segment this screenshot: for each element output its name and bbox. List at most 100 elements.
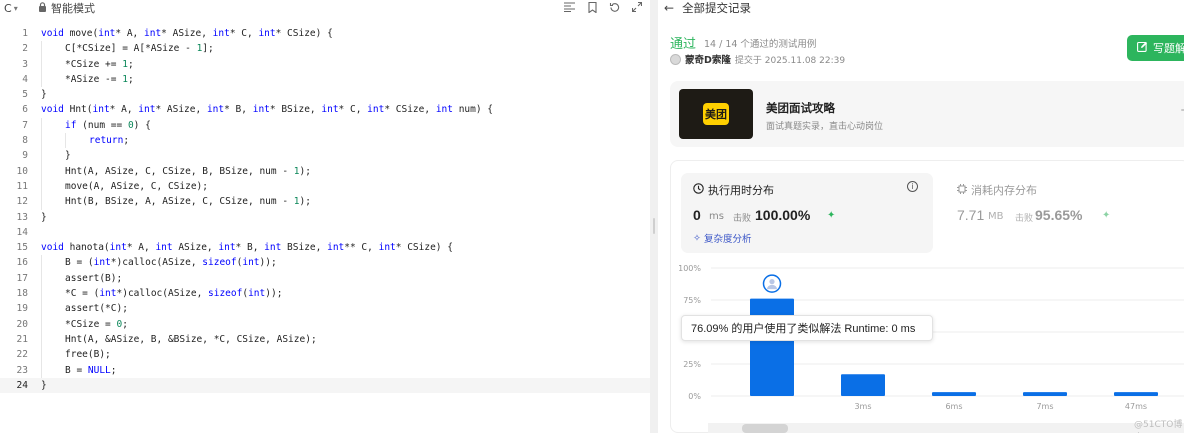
chart-bar[interactable] — [750, 298, 794, 396]
code-token: B = ( — [65, 257, 94, 269]
code-token: int — [264, 242, 282, 254]
code-line[interactable]: 20 *CSize = 0; — [0, 316, 650, 332]
indent-guide — [41, 347, 42, 363]
sparkle-icon: ✧ — [693, 232, 701, 244]
code-area[interactable]: 1 void move(int* A, int* ASize, int* C, i… — [0, 26, 650, 394]
clap-icon: ✦ — [1102, 210, 1111, 221]
code-token: *)calloc(ASize, — [110, 257, 203, 269]
back-arrow-icon[interactable]: ← — [664, 1, 674, 15]
code-line[interactable]: 17 assert(B); — [0, 270, 650, 287]
code-line[interactable]: 1 void move(int* A, int* ASize, int* C, i… — [0, 26, 650, 41]
chart-bar[interactable] — [841, 374, 885, 396]
code-token: ; — [127, 58, 134, 70]
code-token: *ASize -= — [65, 73, 123, 85]
code-token: int — [242, 257, 260, 269]
code-line[interactable]: 4 *ASize -= 1; — [0, 71, 650, 88]
code-line[interactable]: 6 void Hnt(int* A, int* ASize, int* B, in… — [0, 102, 650, 117]
code-line[interactable]: 15 void hanota(int* A, int ASize, int* B,… — [0, 240, 650, 255]
indent-guide — [41, 362, 42, 378]
code-line[interactable]: 8 return; — [0, 133, 650, 149]
code-line[interactable]: 7 if (num == 0) { — [0, 117, 650, 134]
code-token: ; — [123, 135, 130, 147]
complexity-analysis-link[interactable]: ✧ 复杂度分析 — [693, 231, 751, 246]
code-line[interactable]: 2 C[*CSize] = A[*ASize - 1]; — [0, 41, 650, 57]
code-text: *ASize -= 1; — [65, 72, 134, 87]
code-line[interactable]: 16 B = (int*)calloc(ASize, sizeof(int)); — [0, 255, 650, 271]
code-line[interactable]: 12 Hnt(B, BSize, A, ASize, C, CSize, num … — [0, 194, 650, 210]
memory-tab[interactable]: 消耗内存分布 — [957, 182, 1037, 198]
code-text: Hnt(A, ASize, C, CSize, B, BSize, num - … — [65, 164, 311, 179]
indent-guide — [65, 133, 66, 149]
info-icon[interactable]: i — [907, 181, 918, 192]
code-line[interactable]: 18 *C = (int*)calloc(ASize, sizeof(int)); — [0, 286, 650, 302]
y-tick-label: 25% — [683, 360, 701, 369]
code-line[interactable]: 9} — [0, 148, 650, 164]
memory-value: 7.71 — [957, 207, 985, 223]
code-line[interactable]: 19 assert(*C); — [0, 301, 650, 317]
code-line[interactable]: 10 Hnt(A, ASize, C, CSize, B, BSize, num … — [0, 163, 650, 179]
code-token: void — [41, 242, 64, 254]
code-text: *CSize = 0; — [65, 317, 128, 332]
pane-divider[interactable] — [650, 0, 658, 433]
passed-cases-text: 14 / 14 个通过的测试用例 — [704, 39, 817, 50]
code-token: * A, — [115, 28, 144, 39]
memory-title-label: 消耗内存分布 — [971, 184, 1037, 197]
line-number: 21 — [16, 333, 28, 345]
code-token: ; — [127, 73, 134, 85]
language-select[interactable]: C ▾ — [4, 0, 18, 16]
all-submissions-link[interactable]: 全部提交记录 — [682, 0, 751, 16]
code-token: int — [92, 104, 110, 116]
code-line[interactable]: 5} — [0, 87, 650, 102]
expand-icon[interactable] — [630, 0, 644, 14]
code-line[interactable]: 24} — [0, 377, 650, 394]
chart-scrollbar[interactable] — [708, 423, 1184, 433]
code-text: } — [41, 378, 47, 393]
runtime-beat-label: 击败 — [733, 214, 752, 224]
y-tick-label: 100% — [678, 264, 701, 273]
runtime-panel[interactable]: 执行用时分布 i 0 ms 击败 100.00% ✦ ✧ 复杂度分析 — [681, 173, 933, 253]
code-token: int — [218, 242, 236, 254]
promo-description: 面试真题实录，直击心动岗位 — [766, 122, 884, 132]
code-line[interactable]: 3 *CSize += 1; — [0, 56, 650, 72]
code-token: NULL — [87, 364, 111, 376]
scrollbar-thumb[interactable] — [742, 424, 788, 433]
code-token: int — [248, 288, 266, 300]
code-token: assert(*C); — [65, 303, 128, 315]
promo-title: 美团面试攻略 — [766, 101, 835, 115]
avatar[interactable] — [670, 53, 681, 65]
mode-label: 智能模式 — [51, 2, 95, 15]
meituan-logo: 美团 — [679, 89, 753, 139]
line-number: 22 — [16, 349, 28, 361]
code-line[interactable]: 13} — [0, 210, 650, 225]
line-number: 14 — [16, 226, 28, 238]
author-name[interactable]: 蒙奇D索隆 — [685, 52, 731, 66]
add-icon[interactable]: + — [1180, 103, 1184, 117]
code-line[interactable]: 23 B = NULL; — [0, 362, 650, 378]
code-line[interactable]: 14 — [0, 225, 650, 240]
code-line[interactable]: 21 Hnt(A, &ASize, B, &BSize, *C, CSize, A… — [0, 331, 650, 348]
x-tick-label: 6ms — [945, 402, 962, 411]
chart-bar[interactable] — [1114, 392, 1158, 396]
chip-icon — [957, 183, 967, 197]
smart-mode-toggle[interactable]: 智能模式 — [38, 0, 95, 16]
drag-handle[interactable] — [653, 218, 655, 234]
line-number: 16 — [16, 257, 28, 269]
line-number: 19 — [16, 303, 28, 315]
indent-guide — [41, 117, 42, 134]
code-line[interactable]: 22 free(B); — [0, 347, 650, 363]
indent-guide — [41, 41, 42, 57]
code-token: * ASize, — [155, 104, 207, 116]
code-token: * A, — [126, 242, 156, 254]
bookmark-icon[interactable] — [585, 0, 599, 14]
code-text: *C = (int*)calloc(ASize, sizeof(int)); — [65, 286, 282, 301]
write-solution-button[interactable]: 写题解 — [1127, 35, 1184, 61]
code-token: int — [98, 28, 116, 39]
promo-card[interactable]: 美团 美团面试攻略 面试真题实录，直击心动岗位 + — [670, 81, 1184, 147]
chart-bar[interactable] — [1023, 392, 1067, 396]
code-text: free(B); — [65, 347, 111, 362]
code-line[interactable]: 11 move(A, ASize, C, CSize); — [0, 178, 650, 195]
reset-icon[interactable] — [607, 0, 621, 14]
format-icon[interactable] — [562, 0, 576, 14]
code-token: return — [89, 135, 124, 147]
chart-bar[interactable] — [932, 392, 976, 396]
